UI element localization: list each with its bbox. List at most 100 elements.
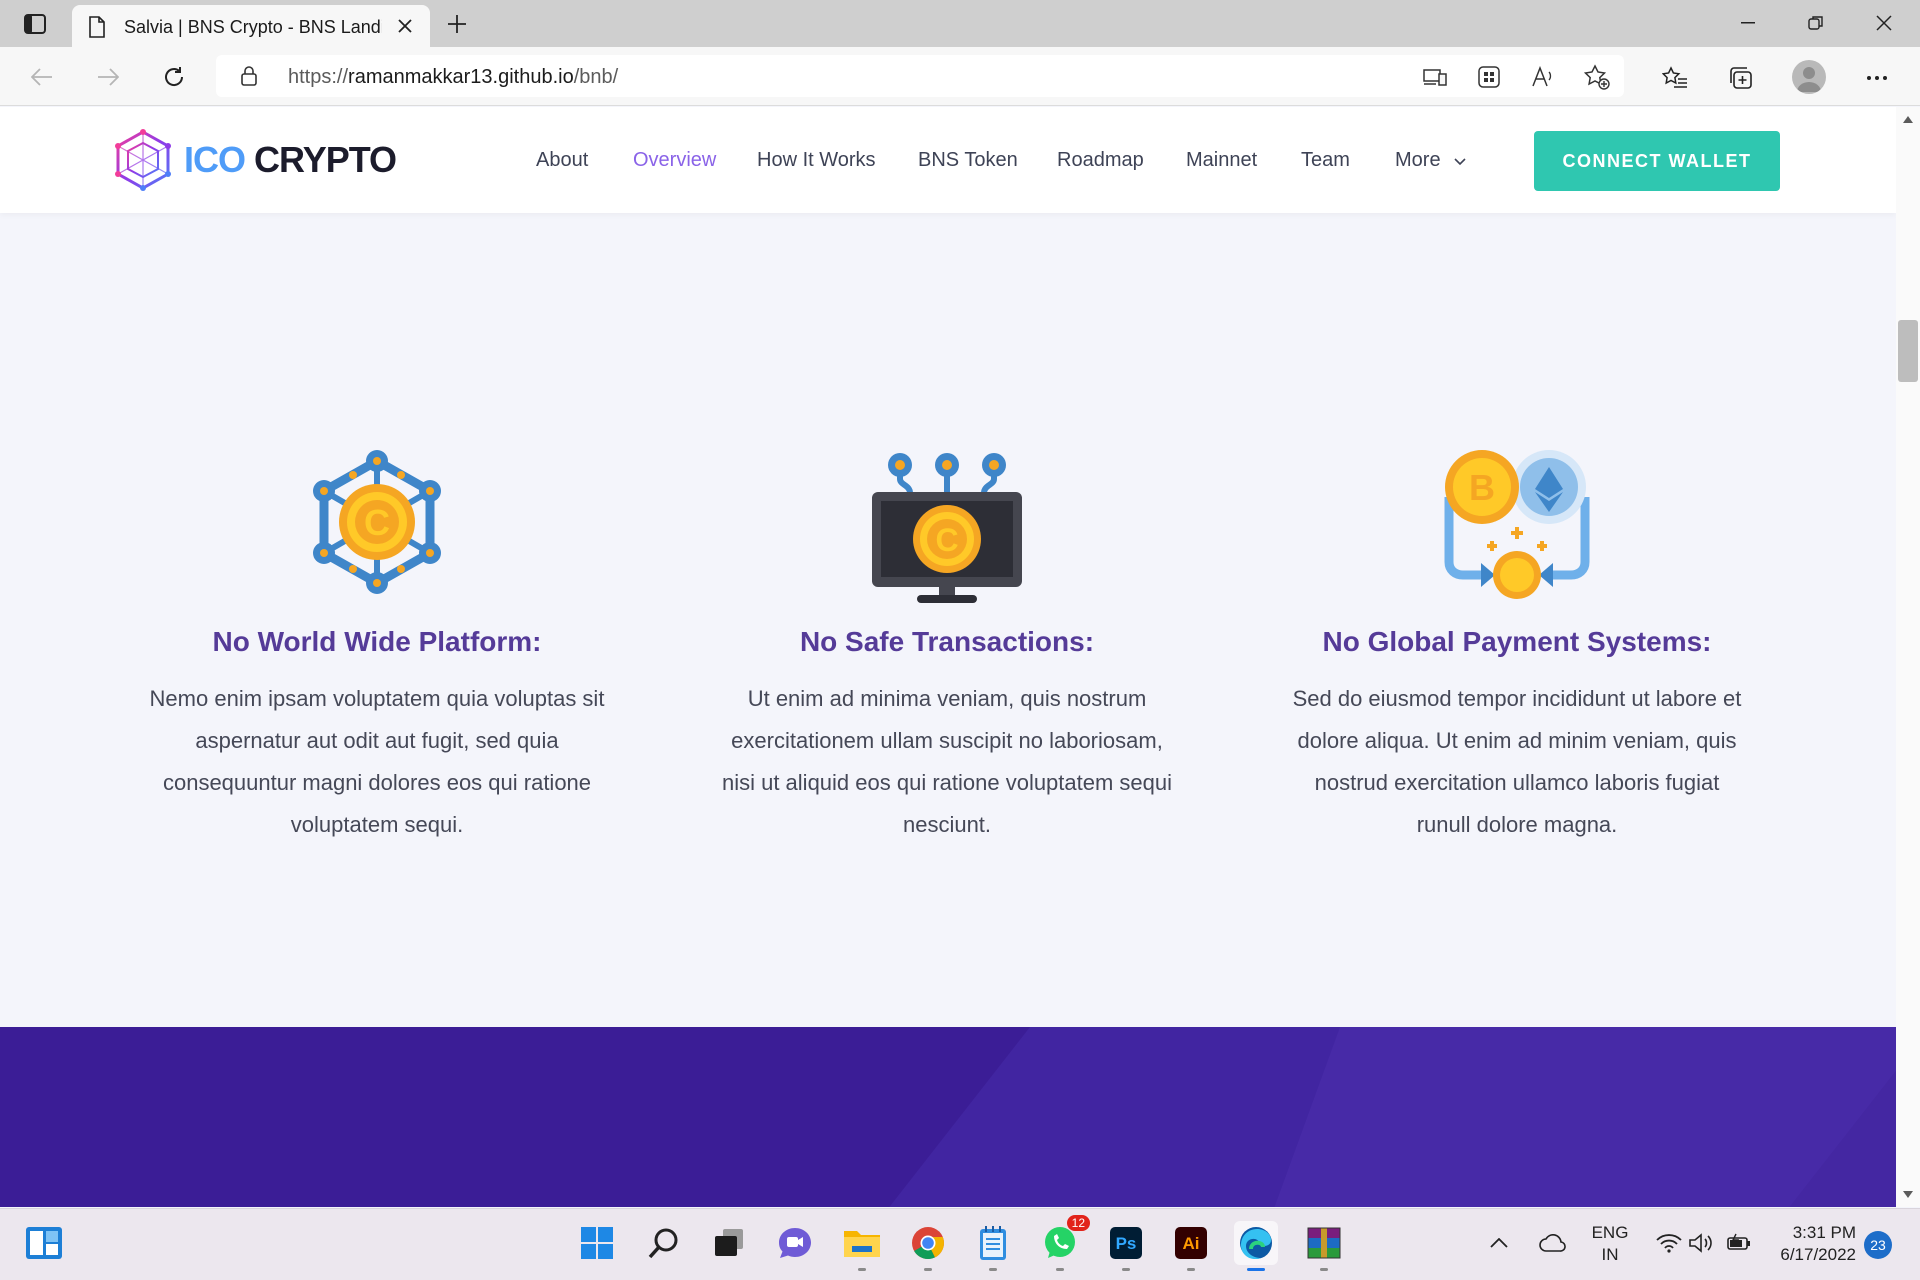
menu-bns-token[interactable]: BNS Token	[918, 149, 1018, 172]
feature-card: B No Global Payment Systems: Sed do eius…	[1287, 447, 1747, 846]
blockchain-coin-icon: C	[313, 450, 441, 594]
widgets-icon[interactable]	[22, 1221, 66, 1265]
menu-roadmap[interactable]: Roadmap	[1057, 149, 1144, 172]
connect-wallet-button[interactable]: CONNECT WALLET	[1534, 131, 1780, 191]
logo-text: ICO CRYPTO	[184, 139, 397, 181]
url-path: /bnb/	[573, 66, 619, 88]
teams-chat-icon[interactable]	[773, 1221, 817, 1265]
tab-bar: Salvia | BNS Crypto - BNS Landing	[0, 0, 1920, 47]
svg-text:Ai: Ai	[1183, 1234, 1200, 1253]
site-logo[interactable]: ICO CRYPTO	[114, 129, 397, 191]
menu-how-it-works[interactable]: How It Works	[757, 149, 876, 172]
illustrator-icon[interactable]: Ai	[1169, 1221, 1213, 1271]
band-shape	[1252, 1027, 1896, 1207]
more-options-icon[interactable]	[1862, 63, 1892, 93]
profile-avatar[interactable]	[1792, 60, 1826, 94]
active-indicator	[1247, 1268, 1265, 1271]
volume-icon[interactable]	[1684, 1223, 1718, 1263]
forward-icon[interactable]	[90, 59, 126, 95]
new-tab-icon[interactable]	[442, 9, 472, 39]
web-page: ICO CRYPTO About Overview How It Works B…	[0, 107, 1896, 1207]
taskbar: 12 Ps Ai ENG IN 3:31 PM 6/17/2022 23	[0, 1208, 1920, 1280]
running-indicator	[1320, 1268, 1328, 1271]
page-icon	[88, 16, 106, 43]
menu-more-label: More	[1395, 149, 1441, 171]
running-indicator	[924, 1268, 932, 1271]
notepad-icon[interactable]	[971, 1221, 1015, 1271]
search-icon[interactable]	[642, 1221, 686, 1265]
running-indicator	[1122, 1268, 1130, 1271]
menu-overview[interactable]: Overview	[633, 149, 716, 172]
feature-text: Ut enim ad minima veniam, quis nostrum e…	[721, 686, 1173, 837]
browser-toolbar: https://ramanmakkar13.github.io/bnb/	[0, 47, 1920, 106]
language-code: ENG	[1591, 1223, 1629, 1242]
chrome-icon[interactable]	[906, 1221, 950, 1271]
close-tab-icon[interactable]	[394, 15, 416, 37]
feature-title: No Safe Transactions:	[799, 626, 1095, 657]
monitor-coin-icon: C	[872, 453, 1022, 603]
back-icon[interactable]	[24, 59, 60, 95]
clock-time: 3:31 PM	[1792, 1223, 1856, 1242]
whatsapp-icon[interactable]: 12	[1038, 1215, 1090, 1271]
svg-text:B: B	[1469, 467, 1495, 508]
tab-title: Salvia | BNS Crypto - BNS Landing	[124, 17, 382, 37]
browser-tab[interactable]: Salvia | BNS Crypto - BNS Landing	[72, 5, 430, 47]
winrar-icon[interactable]	[1302, 1221, 1346, 1271]
edge-icon[interactable]	[1234, 1221, 1278, 1271]
logo-icon	[115, 129, 171, 191]
notification-count[interactable]: 23	[1864, 1231, 1892, 1259]
running-indicator	[858, 1268, 866, 1271]
url-host: ramanmakkar13.github.io	[348, 66, 574, 88]
minimize-icon[interactable]	[1726, 8, 1770, 38]
file-explorer-icon[interactable]	[840, 1221, 884, 1271]
chevron-up-icon[interactable]	[1484, 1223, 1514, 1263]
logo-crypto-text: CRYPTO	[254, 139, 397, 180]
chevron-down-icon	[1454, 158, 1466, 166]
feature-title: No Global Payment Systems:	[1322, 626, 1712, 657]
menu-mainnet[interactable]: Mainnet	[1186, 149, 1257, 172]
svg-text:C: C	[364, 502, 390, 543]
running-indicator	[989, 1268, 997, 1271]
purple-section	[0, 1027, 1896, 1207]
start-icon[interactable]	[575, 1221, 619, 1265]
clock[interactable]: 3:31 PM 6/17/2022	[1770, 1222, 1856, 1266]
feature-title: No World Wide Platform:	[212, 626, 542, 657]
tab-actions-icon[interactable]	[20, 10, 50, 38]
scroll-thumb[interactable]	[1898, 320, 1918, 382]
menu-about[interactable]: About	[536, 149, 588, 172]
close-window-icon[interactable]	[1862, 8, 1906, 38]
clock-date: 6/17/2022	[1780, 1245, 1856, 1264]
onedrive-icon[interactable]	[1536, 1223, 1570, 1263]
read-aloud-icon[interactable]	[1530, 64, 1556, 90]
running-indicator	[1187, 1268, 1195, 1271]
url-text: https://ramanmakkar13.github.io/bnb/	[288, 66, 618, 89]
feature-text: Nemo enim ipsam voluptatem quia voluptas…	[149, 686, 605, 837]
site-header: ICO CRYPTO About Overview How It Works B…	[0, 107, 1896, 213]
logo-ico-text: ICO	[184, 139, 246, 180]
scroll-up-arrow[interactable]	[1903, 116, 1913, 123]
apps-icon[interactable]	[1476, 64, 1502, 90]
refresh-icon[interactable]	[156, 59, 192, 95]
region-code: IN	[1601, 1245, 1619, 1264]
restore-icon[interactable]	[1794, 8, 1838, 38]
url-prefix: https://	[288, 66, 349, 88]
feature-card: C No World Wide Platform: Nemo enim ipsa…	[147, 447, 607, 846]
add-favorite-icon[interactable]	[1584, 64, 1610, 90]
task-view-icon[interactable]	[707, 1221, 751, 1265]
menu-more[interactable]: More	[1395, 149, 1466, 172]
page-scrollbar[interactable]	[1896, 107, 1920, 1207]
menu-team[interactable]: Team	[1301, 149, 1350, 172]
favorites-icon[interactable]	[1660, 63, 1690, 93]
device-icon[interactable]	[1422, 64, 1448, 90]
wifi-icon[interactable]	[1652, 1223, 1686, 1263]
svg-text:C: C	[935, 522, 958, 558]
feature-card: C No Safe Transactions: Ut enim ad minim…	[717, 447, 1177, 846]
collections-icon[interactable]	[1726, 63, 1756, 93]
language-indicator[interactable]: ENG IN	[1584, 1222, 1636, 1266]
battery-icon[interactable]	[1722, 1223, 1756, 1263]
address-bar[interactable]: https://ramanmakkar13.github.io/bnb/	[216, 55, 1624, 97]
photoshop-icon[interactable]: Ps	[1104, 1221, 1148, 1271]
lock-icon[interactable]	[240, 66, 258, 91]
running-indicator	[1056, 1268, 1064, 1271]
scroll-down-arrow[interactable]	[1903, 1191, 1913, 1198]
